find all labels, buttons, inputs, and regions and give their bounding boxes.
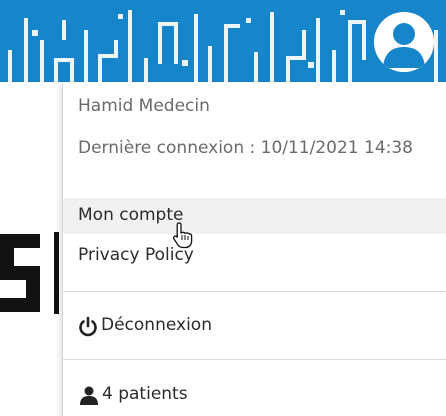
last-login-info: Dernière connexion : 10/11/2021 14:38 (78, 138, 414, 158)
logo-letter-shape (0, 232, 59, 314)
menu-divider (63, 359, 446, 360)
user-dropdown-menu: Hamid Medecin Dernière connexion : 10/11… (62, 82, 446, 416)
hand-pointer-cursor (172, 221, 194, 249)
user-name: Hamid Medecin (78, 96, 210, 116)
menu-item-label: Mon compte (78, 205, 184, 225)
patient-count: 4 patients (63, 377, 446, 413)
user-avatar-button[interactable] (374, 12, 434, 72)
user-icon (79, 385, 99, 405)
menu-divider (63, 291, 446, 292)
patient-count-label: 4 patients (102, 384, 188, 404)
power-icon (77, 316, 99, 338)
logout-label: Déconnexion (101, 315, 212, 335)
logo-fragment (0, 224, 62, 324)
user-avatar-icon (374, 12, 434, 72)
menu-item-my-account[interactable]: Mon compte (63, 198, 446, 234)
menu-item-privacy-policy[interactable]: Privacy Policy (63, 238, 446, 274)
logout-button[interactable]: Déconnexion (63, 308, 446, 344)
